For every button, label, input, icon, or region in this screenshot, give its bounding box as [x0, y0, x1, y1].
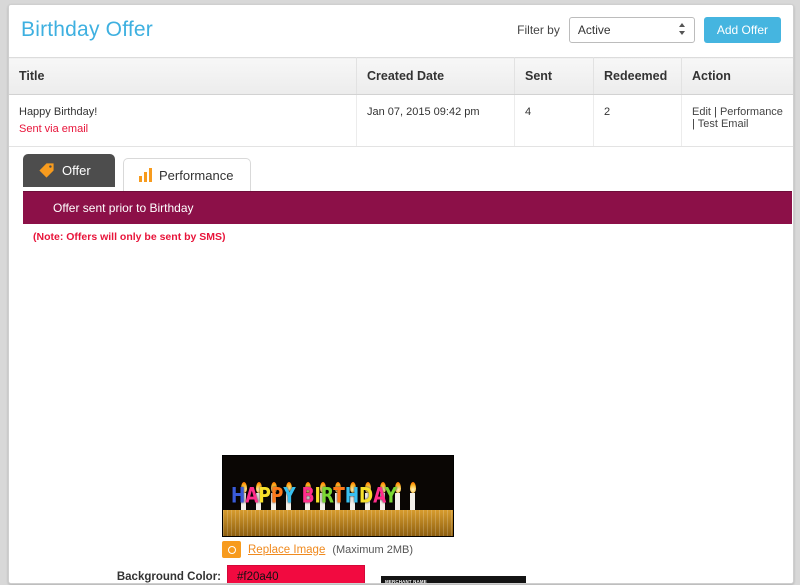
tab-performance[interactable]: Performance — [123, 158, 251, 191]
replace-image-row[interactable]: Replace Image (Maximum 2MB) — [222, 541, 413, 558]
background-color-input[interactable]: #f20a40 — [227, 565, 365, 584]
col-action: Action — [682, 58, 794, 95]
filter-selected-value: Active — [578, 23, 611, 37]
tab-offer-label: Offer — [62, 163, 91, 178]
offer-banner-image[interactable]: HAPPY BIRTHDAY — [222, 455, 454, 537]
col-title: Title — [9, 58, 357, 95]
filter-select[interactable]: Active — [569, 17, 695, 43]
add-offer-button[interactable]: Add Offer — [704, 17, 781, 43]
table-header-row: Title Created Date Sent Redeemed Action — [9, 58, 793, 95]
col-sent: Sent — [515, 58, 594, 95]
app-page: Birthday Offer Filter by Active Add Offe… — [8, 4, 794, 584]
table-row[interactable]: Happy Birthday! Sent via email Jan 07, 2… — [9, 95, 793, 147]
page-title: Birthday Offer — [21, 18, 153, 42]
cell-title: Happy Birthday! Sent via email — [9, 95, 357, 147]
offer-subtitle: Sent via email — [19, 123, 346, 135]
coupon-preview: MERCHANT NAME 123 MAIN STREET, CA EXPIRE… — [381, 576, 526, 584]
col-created-date: Created Date — [357, 58, 515, 95]
cell-created-date: Jan 07, 2015 09:42 pm — [357, 95, 515, 147]
coupon-merchant-header: MERCHANT NAME 123 MAIN STREET, CA — [381, 576, 526, 584]
cell-sent: 4 — [515, 95, 594, 147]
offer-editor: HAPPY BIRTHDAY Replace Image (Maximum 2M… — [9, 243, 793, 584]
offers-table: Title Created Date Sent Redeemed Action … — [9, 57, 793, 147]
replace-image-link[interactable]: Replace Image — [248, 544, 325, 556]
coupon-merchant-name: MERCHANT NAME — [385, 579, 526, 584]
filter-label: Filter by — [517, 23, 560, 37]
tab-performance-label: Performance — [159, 168, 233, 183]
cell-action[interactable]: Edit | Performance | Test Email — [682, 95, 794, 147]
offer-title: Happy Birthday! — [19, 106, 97, 118]
bar-chart-icon — [139, 168, 152, 182]
tag-icon — [38, 162, 55, 179]
col-redeemed: Redeemed — [594, 58, 682, 95]
offer-banner: Offer sent prior to Birthday — [23, 191, 792, 224]
tab-bar: Offer Performance — [23, 154, 793, 191]
happy-birthday-text: HAPPY BIRTHDAY — [231, 484, 397, 509]
edit-link[interactable]: Edit — [692, 106, 711, 118]
background-color-label: Background Color: — [71, 571, 221, 583]
max-size-hint: (Maximum 2MB) — [332, 544, 413, 556]
cell-redeemed: 2 — [594, 95, 682, 147]
sms-note: (Note: Offers will only be sent by SMS) — [9, 224, 793, 243]
header-controls: Filter by Active Add Offer — [517, 17, 781, 43]
camera-icon — [222, 541, 241, 558]
test-email-link[interactable]: Test Email — [698, 118, 749, 130]
cake-base — [223, 510, 453, 536]
tab-offer[interactable]: Offer — [23, 154, 115, 187]
performance-link[interactable]: Performance — [720, 106, 783, 118]
page-header: Birthday Offer Filter by Active Add Offe… — [9, 5, 793, 57]
chevron-updown-icon — [679, 23, 686, 37]
